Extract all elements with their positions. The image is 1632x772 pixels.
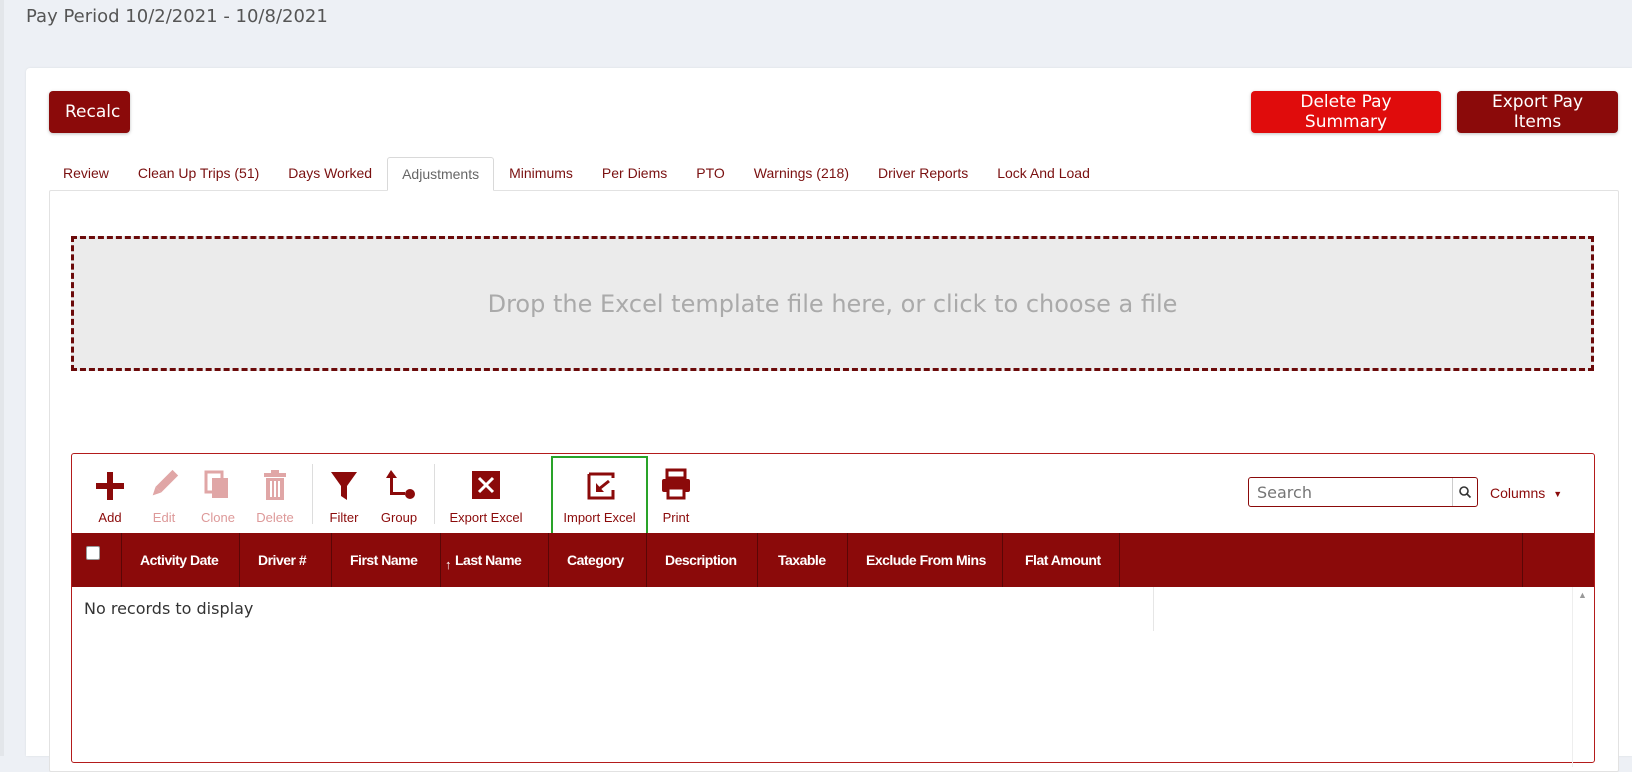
tab-warnings[interactable]: Warnings (218) [740, 157, 863, 189]
select-all-column [72, 533, 122, 587]
filter-icon [324, 464, 364, 504]
print-button[interactable]: Print [656, 464, 696, 525]
filter-label: Filter [329, 510, 359, 525]
delete-pay-summary-button[interactable]: Delete Pay Summary [1251, 91, 1441, 133]
column-exclude-from-mins[interactable]: Exclude From Mins [848, 533, 1003, 587]
toolbar-divider [434, 464, 435, 524]
column-driver-number[interactable]: Driver # [240, 533, 332, 587]
tab-review[interactable]: Review [49, 157, 123, 189]
caret-down-icon: ▼ [1553, 489, 1563, 500]
scrollbar-track [1572, 587, 1573, 767]
scroll-up-icon[interactable]: ▲ [1578, 590, 1587, 600]
export-pay-items-button[interactable]: Export Pay Items [1457, 91, 1618, 133]
trash-icon [252, 464, 298, 504]
copy-icon [197, 464, 239, 504]
empty-message: No records to display [84, 599, 254, 618]
column-first-name[interactable]: First Name [332, 533, 441, 587]
tab-clean-up-trips[interactable]: Clean Up Trips (51) [124, 157, 273, 189]
column-description[interactable]: Description [647, 533, 758, 587]
column-spacer [1120, 533, 1523, 587]
search-icon[interactable] [1452, 478, 1477, 506]
import-icon [553, 464, 646, 504]
excel-icon [448, 464, 524, 504]
filter-button[interactable]: Filter [324, 464, 364, 525]
columns-label: Columns [1490, 485, 1546, 501]
plus-icon [90, 464, 130, 504]
dropzone-text: Drop the Excel template file here, or cl… [487, 289, 1178, 318]
column-divider [1153, 587, 1154, 631]
page-title: Pay Period 10/2/2021 - 10/8/2021 [26, 6, 328, 27]
delete-button[interactable]: Delete [252, 464, 298, 525]
tab-adjustments[interactable]: Adjustments [387, 157, 495, 191]
tab-driver-reports[interactable]: Driver Reports [864, 157, 982, 189]
adjustments-grid: Add Edit Clone Delete Filter Group Expor… [71, 453, 1595, 767]
search-input[interactable] [1249, 478, 1452, 506]
tab-days-worked[interactable]: Days Worked [274, 157, 386, 189]
add-button[interactable]: Add [90, 464, 130, 525]
print-label: Print [662, 510, 690, 525]
sort-ascending-icon: ↑ [445, 557, 452, 572]
tab-lock-and-load[interactable]: Lock And Load [983, 157, 1104, 189]
columns-button[interactable]: Columns ▼ [1490, 485, 1562, 501]
select-all-checkbox[interactable] [86, 546, 100, 560]
add-label: Add [98, 510, 122, 525]
clone-button[interactable]: Clone [197, 464, 239, 525]
recalc-button[interactable]: Recalc [49, 91, 130, 133]
group-button[interactable]: Group [377, 464, 421, 525]
group-icon [377, 464, 421, 504]
tab-pto[interactable]: PTO [682, 157, 739, 189]
column-last-name-label: Last Name [455, 552, 522, 568]
import-excel-button[interactable]: Import Excel [553, 464, 646, 525]
clone-label: Clone [201, 510, 235, 525]
search-box [1248, 477, 1478, 507]
export-excel-button[interactable]: Export Excel [448, 464, 524, 525]
tab-bar: Review Clean Up Trips (51) Days Worked A… [49, 157, 1105, 191]
tab-minimums[interactable]: Minimums [495, 157, 587, 189]
edit-label: Edit [152, 510, 176, 525]
export-excel-label: Export Excel [449, 510, 523, 525]
group-label: Group [380, 510, 418, 525]
left-edge [0, 0, 4, 756]
tab-per-diems[interactable]: Per Diems [588, 157, 681, 189]
column-flat-amount[interactable]: Flat Amount [1003, 533, 1120, 587]
import-excel-label: Import Excel [563, 510, 636, 525]
toolbar-divider [312, 464, 313, 524]
pencil-icon [144, 464, 184, 504]
column-taxable[interactable]: Taxable [758, 533, 848, 587]
column-category[interactable]: Category [549, 533, 647, 587]
column-activity-date[interactable]: Activity Date [122, 533, 240, 587]
printer-icon [656, 464, 696, 504]
edit-button[interactable]: Edit [144, 464, 184, 525]
file-dropzone[interactable]: Drop the Excel template file here, or cl… [71, 236, 1594, 371]
delete-label: Delete [256, 510, 294, 525]
column-last-name[interactable]: ↑ Last Name [441, 533, 549, 587]
grid-header: Activity Date Driver # First Name ↑ Last … [72, 533, 1594, 587]
